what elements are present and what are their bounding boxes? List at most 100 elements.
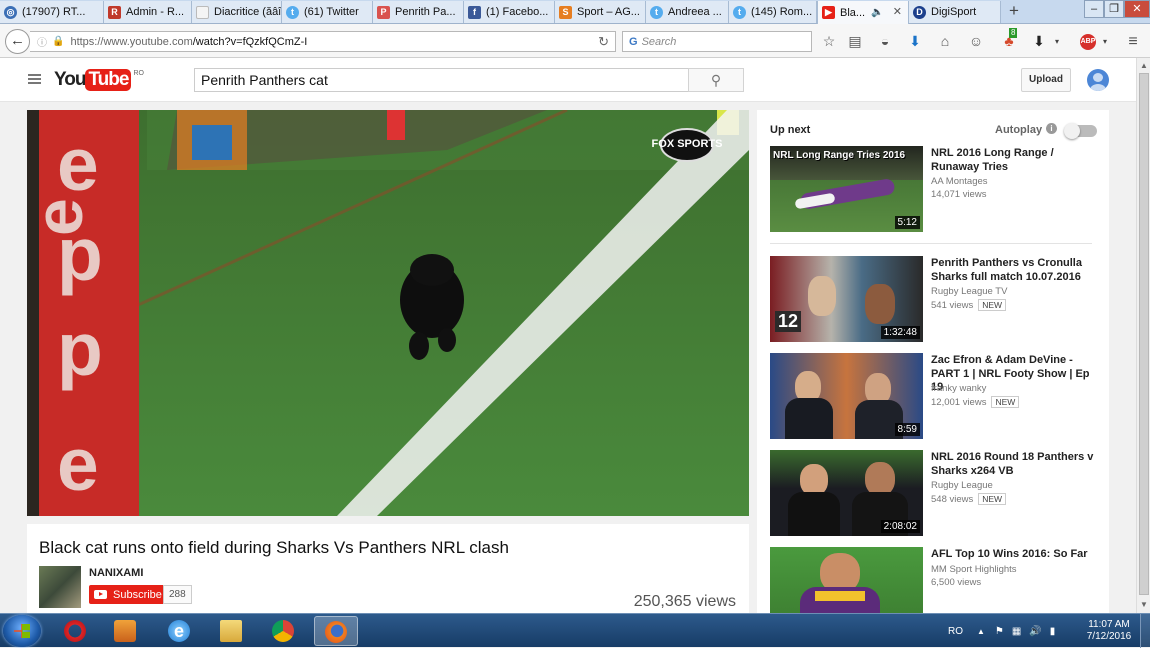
chat-icon[interactable]: ☺	[967, 33, 985, 51]
view-count: 6,500 views	[931, 577, 981, 588]
upload-button[interactable]: Upload	[1021, 68, 1071, 92]
browser-tab-bar: ◎ (17907) RT... R Admin - R... Diacritic…	[0, 0, 1150, 24]
video-thumbnail[interactable]	[770, 547, 923, 613]
info-icon[interactable]: ⓘ	[37, 34, 47, 49]
download-arrow-icon[interactable]: ⬇	[1030, 33, 1048, 51]
video-thumbnail[interactable]: 2:08:02	[770, 450, 923, 536]
tab-digisport[interactable]: D DigiSport	[909, 1, 1001, 23]
new-badge: NEW	[978, 493, 1007, 505]
video-title[interactable]: Penrith Panthers vs Cronulla Sharks full…	[931, 257, 1099, 284]
taskbar-app[interactable]	[210, 616, 254, 646]
tab-youtube-active[interactable]: ▶ Bla... 🔈 ✕	[817, 1, 909, 24]
subscribe-button[interactable]: Subscribe	[89, 585, 168, 604]
video-thumbnail[interactable]: 12 1:32:48	[770, 256, 923, 342]
guide-menu-icon[interactable]	[28, 74, 41, 84]
taskbar-app[interactable]	[54, 616, 98, 646]
action-center-flag-icon[interactable]: ⚑	[995, 626, 1004, 637]
scroll-up-icon[interactable]: ▲	[1140, 61, 1148, 70]
twitter-icon: t	[650, 5, 663, 19]
network-icon[interactable]: ▦	[1012, 626, 1021, 637]
tab-admin[interactable]: R Admin - R...	[104, 1, 192, 23]
new-tab-button[interactable]: +	[1002, 2, 1026, 22]
scrollbar-thumb[interactable]	[1139, 73, 1149, 595]
pocket-icon[interactable]: ◒	[876, 33, 894, 51]
start-button[interactable]	[3, 615, 41, 647]
minimize-button[interactable]: –	[1084, 0, 1104, 18]
video-thumbnail[interactable]: 8:59	[770, 353, 923, 439]
show-desktop-button[interactable]	[1140, 614, 1150, 648]
recommendation-item[interactable]: 2:08:02 NRL 2016 Round 18 Panthers v Sha…	[770, 450, 1100, 536]
downloads-icon[interactable]: ⬇	[906, 33, 924, 51]
search-placeholder: Search	[641, 35, 677, 48]
taskbar-clock[interactable]: 11:07 AM 7/12/2016	[1082, 619, 1136, 643]
close-window-button[interactable]: ✕	[1124, 0, 1150, 18]
maximize-button[interactable]: ❐	[1104, 0, 1124, 18]
autoplay-toggle[interactable]	[1064, 123, 1097, 139]
extension-icon[interactable]: ♣ 8	[1000, 28, 1018, 51]
tab-penrith[interactable]: P Penrith Pa...	[373, 1, 464, 23]
windows-taskbar: e RO ▲ ⚑ ▦ 🔊 ▮ 11:07 AM 7/12/2016	[0, 613, 1150, 648]
language-indicator[interactable]: RO	[948, 626, 963, 637]
dropdown-chevron-icon[interactable]: ▾	[1096, 33, 1114, 51]
bookmark-star-icon[interactable]: ☆	[820, 33, 838, 51]
channel-thumbnail[interactable]	[39, 566, 81, 608]
watch-sidebar: Up next Autoplay i NRL Long Range Tries …	[757, 110, 1109, 613]
volume-icon[interactable]: 🔊	[1029, 626, 1041, 637]
search-box[interactable]: G Search	[622, 31, 812, 52]
video-title[interactable]: AFL Top 10 Wins 2016: So Far	[931, 548, 1099, 562]
navigation-toolbar: ← ⓘ 🔒 https://www.youtube.com/watch?v=fQ…	[0, 24, 1150, 58]
youtube-icon: ▶	[822, 6, 835, 19]
menu-icon[interactable]: ≡	[1124, 33, 1142, 51]
taskbar-app[interactable]	[262, 616, 306, 646]
speaker-icon[interactable]: 🔈	[871, 7, 883, 18]
tab-facebook[interactable]: f (1) Facebo...	[464, 1, 555, 23]
tray-expand-icon[interactable]: ▲	[977, 627, 985, 636]
dropdown-chevron-icon[interactable]: ▾	[1048, 33, 1066, 51]
adblock-icon[interactable]: ABP	[1080, 34, 1096, 50]
tab-twitter[interactable]: t (61) Twitter	[282, 1, 373, 23]
recommendation-item[interactable]: NRL Long Range Tries 2016 5:12 NRL 2016 …	[770, 146, 1100, 232]
digisport-icon: D	[913, 5, 926, 19]
reload-icon[interactable]: ↻	[598, 34, 609, 50]
facebook-icon: f	[468, 5, 481, 19]
lock-icon[interactable]: 🔒	[52, 36, 64, 47]
taskbar-app[interactable]: e	[158, 616, 202, 646]
info-icon[interactable]: i	[1046, 123, 1057, 134]
page-scrollbar[interactable]: ▲ ▼	[1136, 58, 1150, 613]
tab-sport[interactable]: S Sport – AG...	[555, 1, 646, 23]
view-count: 541 views NEW	[931, 299, 1007, 311]
tab-andreea[interactable]: t Andreea ...	[646, 1, 729, 23]
views-text: 6,500 views	[931, 577, 982, 588]
tab-rt[interactable]: ◎ (17907) RT...	[0, 1, 104, 23]
recommendation-item[interactable]: 12 1:32:48 Penrith Panthers vs Cronulla …	[770, 256, 1100, 342]
video-title[interactable]: NRL 2016 Long Range / Runaway Tries	[931, 147, 1099, 174]
taskbar-app-active[interactable]	[314, 616, 358, 646]
tab-label: Andreea ...	[668, 6, 722, 18]
taskbar-app[interactable]	[104, 616, 148, 646]
close-tab-icon[interactable]: ✕	[893, 5, 902, 18]
recommendation-item[interactable]: 8:59 Zac Efron & Adam DeVine - PART 1 | …	[770, 353, 1100, 439]
svg-text:p: p	[57, 307, 103, 391]
opera-icon	[64, 620, 86, 642]
back-button[interactable]: ←	[5, 29, 30, 54]
channel-name[interactable]: NANIXAMI	[89, 567, 143, 579]
search-button[interactable]: ⚲	[688, 68, 744, 92]
account-avatar[interactable]	[1087, 69, 1109, 91]
home-icon[interactable]: ⌂	[936, 33, 954, 51]
tab-diacritice[interactable]: Diacritice (ăâîș...	[192, 1, 282, 23]
reading-list-icon[interactable]: ▤	[846, 33, 864, 51]
file-explorer-icon	[220, 620, 242, 642]
video-player[interactable]: e e p p e FOX SPORTS	[27, 110, 749, 516]
scroll-down-icon[interactable]: ▼	[1140, 600, 1148, 609]
tab-rom[interactable]: t (145) Rom...	[729, 1, 817, 23]
video-title[interactable]: NRL 2016 Round 18 Panthers v Sharks x264…	[931, 451, 1099, 478]
recommendation-item[interactable]: AFL Top 10 Wins 2016: So Far MM Sport Hi…	[770, 547, 1100, 613]
youtube-logo[interactable]: You Tube RO	[54, 69, 144, 91]
address-bar[interactable]: ⓘ 🔒 https://www.youtube.com/watch?v=fQzk…	[30, 31, 616, 52]
views-text: 548 views	[931, 493, 974, 505]
video-thumbnail[interactable]: NRL Long Range Tries 2016 5:12	[770, 146, 923, 232]
tab-label: Bla...	[840, 6, 866, 19]
battery-icon[interactable]: ▮	[1050, 626, 1056, 637]
blank-page-icon	[196, 5, 209, 19]
youtube-search-input[interactable]: Penrith Panthers cat	[194, 68, 689, 92]
